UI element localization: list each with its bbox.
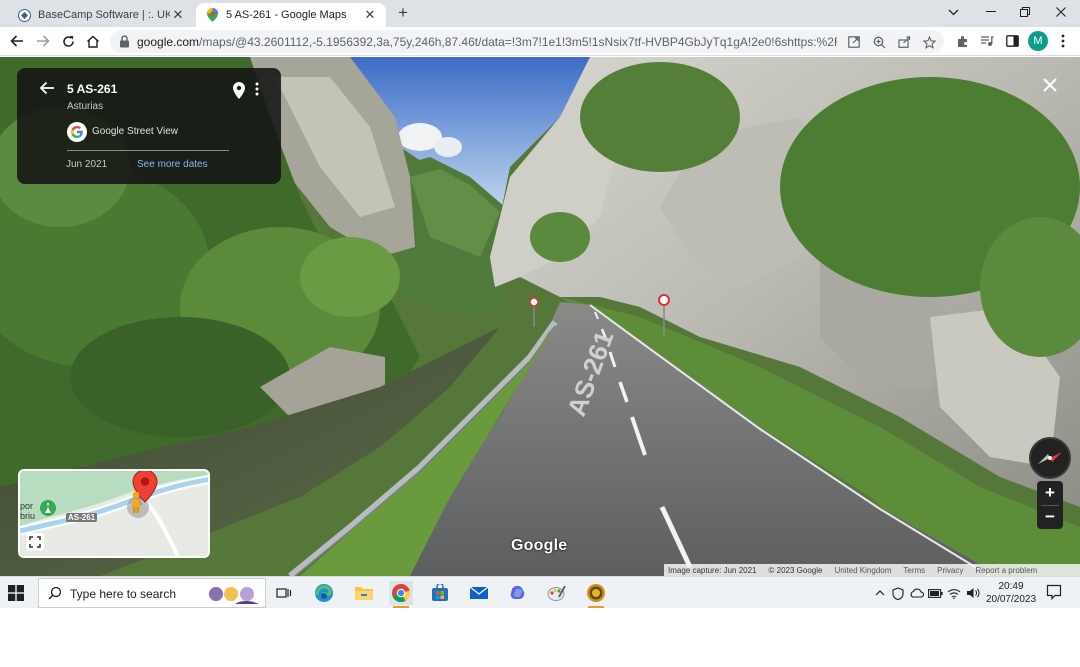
search-icon — [48, 586, 62, 600]
map-road-label: AS-261 — [66, 513, 98, 522]
zoom-in-button[interactable]: + — [1037, 482, 1063, 504]
location-pin-icon[interactable] — [233, 82, 247, 100]
street-view-source-label: Google Street View — [92, 126, 178, 137]
show-hidden-icons-chevron-icon[interactable] — [872, 585, 888, 601]
new-tab-button[interactable]: + — [394, 3, 412, 22]
clock-time: 20:49 — [998, 581, 1024, 592]
app-icon[interactable] — [584, 581, 608, 608]
tab-strip: BaseCamp Software | :. UKGSer... ✕ 5 AS-… — [0, 0, 1080, 27]
browser-toolbar: google.com/maps/@43.2601112,-5.1956392,3… — [0, 27, 1080, 56]
profile-avatar[interactable]: M — [1028, 31, 1048, 51]
url-host: google.com — [137, 35, 200, 49]
lock-icon[interactable] — [119, 35, 131, 48]
image-capture-text: Image capture: Jun 2021 — [668, 565, 757, 575]
tab-title: 5 AS-261 - Google Maps — [226, 9, 347, 21]
zoom-out-button[interactable]: − — [1037, 506, 1063, 528]
taskbar-search[interactable]: Type here to search — [38, 578, 266, 608]
notifications-icon[interactable] — [1046, 584, 1062, 600]
wifi-icon[interactable] — [946, 585, 962, 601]
edge-browser-icon[interactable] — [312, 581, 336, 605]
copilot-icon[interactable] — [506, 581, 530, 605]
back-arrow-icon[interactable] — [39, 81, 59, 97]
volume-icon[interactable] — [965, 585, 981, 601]
attribution-bar: Image capture: Jun 2021 © 2023 Google Un… — [664, 564, 1080, 576]
battery-icon[interactable] — [927, 585, 943, 601]
close-window-button[interactable] — [1046, 2, 1076, 22]
address-bar[interactable]: google.com/maps/@43.2601112,-5.1956392,3… — [110, 30, 944, 53]
copyright-text: © 2023 Google — [768, 565, 823, 575]
restore-window-button[interactable] — [1010, 2, 1040, 22]
tab-title: BaseCamp Software | :. UKGSer... — [38, 9, 170, 21]
url-path: /maps/@43.2601112,-5.1956392,3a,75y,246h… — [199, 35, 837, 49]
mail-icon[interactable] — [467, 581, 491, 605]
privacy-link[interactable]: Privacy — [937, 566, 963, 575]
search-highlight-icon[interactable] — [207, 582, 263, 606]
file-explorer-icon[interactable] — [352, 581, 376, 605]
tab-search-chevron-icon[interactable] — [938, 2, 968, 22]
url-text[interactable]: google.com/maps/@43.2601112,-5.1956392,3… — [137, 35, 837, 49]
tab-google-maps[interactable]: 5 AS-261 - Google Maps ✕ — [196, 3, 386, 27]
taskbar-clock[interactable]: 20:49 20/07/2023 — [985, 580, 1037, 606]
onedrive-icon[interactable] — [908, 585, 924, 601]
windows-start-icon[interactable] — [8, 585, 26, 601]
close-tab-icon[interactable]: ✕ — [170, 7, 186, 23]
task-view-icon[interactable] — [272, 581, 296, 605]
browser-menu-icon[interactable] — [1053, 31, 1073, 51]
google-watermark: Google — [511, 537, 568, 554]
share-icon[interactable] — [896, 34, 912, 50]
open-in-window-icon[interactable] — [846, 34, 862, 50]
capture-date: Jun 2021 — [66, 159, 108, 170]
street-view-info-card: 5 AS-261 Asturias Google Street View Jun… — [17, 68, 281, 184]
microsoft-store-icon[interactable] — [428, 581, 452, 605]
region-link[interactable]: United Kingdom — [834, 566, 891, 575]
zoom-controls: + − — [1037, 481, 1063, 529]
zoom-icon[interactable] — [871, 34, 887, 50]
bookmark-star-icon[interactable] — [921, 34, 937, 50]
windows-taskbar: Type here to search 20:49 20/07/2023 — [0, 576, 1080, 608]
mini-map[interactable]: por briu AS-261 — [18, 469, 210, 558]
back-button[interactable] — [7, 31, 27, 51]
compass-needle-icon — [1038, 452, 1062, 464]
reload-button[interactable] — [58, 31, 78, 51]
tab-basecamp[interactable]: BaseCamp Software | :. UKGSer... ✕ — [8, 3, 194, 27]
google-maps-favicon-icon — [206, 8, 219, 22]
home-button[interactable] — [83, 31, 103, 51]
expand-map-icon[interactable] — [26, 533, 44, 551]
chrome-icon[interactable] — [389, 581, 413, 608]
card-divider — [67, 150, 229, 151]
forward-button[interactable] — [33, 31, 53, 51]
media-controls-icon[interactable] — [977, 31, 997, 51]
pegman-icon — [132, 491, 140, 513]
clock-date: 20/07/2023 — [985, 594, 1037, 605]
location-title: 5 AS-261 — [67, 82, 118, 96]
map-place-label: por briu — [20, 501, 36, 521]
mini-map-image — [20, 471, 208, 556]
close-street-view-icon[interactable] — [1040, 75, 1060, 95]
search-placeholder: Type here to search — [70, 587, 177, 601]
compass-control[interactable] — [1029, 437, 1071, 479]
security-tray-icon[interactable] — [890, 585, 906, 601]
google-logo-icon — [67, 122, 87, 142]
location-subtitle: Asturias — [67, 101, 104, 112]
extensions-puzzle-icon[interactable] — [952, 31, 972, 51]
paint-icon[interactable] — [545, 581, 569, 605]
side-panel-icon[interactable] — [1002, 31, 1022, 51]
screen: BaseCamp Software | :. UKGSer... ✕ 5 AS-… — [0, 0, 1080, 667]
report-problem-link[interactable]: Report a problem — [975, 566, 1037, 575]
basecamp-favicon-icon — [18, 8, 31, 22]
close-tab-icon[interactable]: ✕ — [362, 7, 378, 23]
see-more-dates-link[interactable]: See more dates — [137, 159, 208, 170]
terms-link[interactable]: Terms — [903, 566, 925, 575]
more-options-icon[interactable] — [255, 82, 261, 100]
minimize-window-button[interactable] — [976, 2, 1006, 22]
